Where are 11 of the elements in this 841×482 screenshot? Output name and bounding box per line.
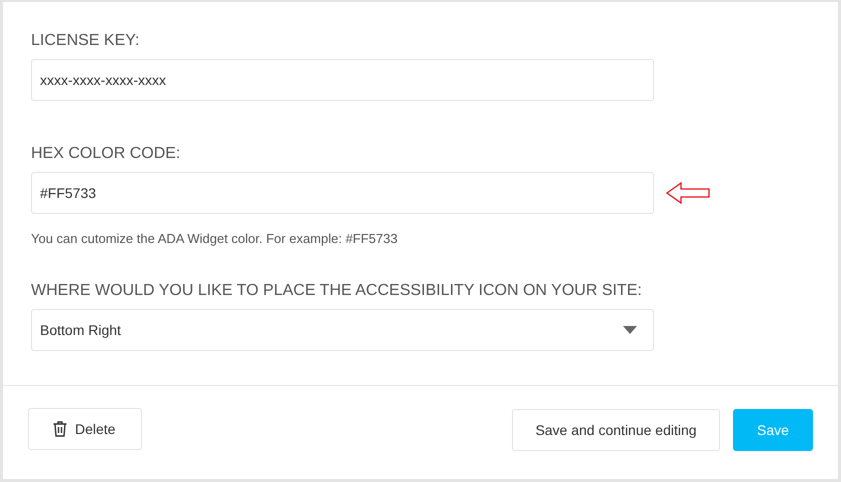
delete-button[interactable]: Delete xyxy=(28,408,142,450)
trash-icon xyxy=(53,421,67,437)
caret-icon xyxy=(623,326,637,334)
dropdown[interactable]: Bottom Right xyxy=(31,309,654,351)
field-label: HEX COLOR CODE: xyxy=(31,144,182,164)
text-field[interactable]: #FF5733 xyxy=(31,172,654,214)
help-text: You can cutomize the ADA Widget color. For example: #FF5733 xyxy=(31,231,399,246)
field-label: LICENSE KEY: xyxy=(31,31,140,51)
save-continue-button[interactable]: Save and continue editing xyxy=(512,409,720,451)
field-label: WHERE WOULD YOU LIKE TO PLACE THE ACCESSIBILITY ICON ON YOUR SITE: xyxy=(31,281,643,301)
text-field[interactable]: xxxx-xxxx-xxxx-xxxx xyxy=(31,59,654,101)
